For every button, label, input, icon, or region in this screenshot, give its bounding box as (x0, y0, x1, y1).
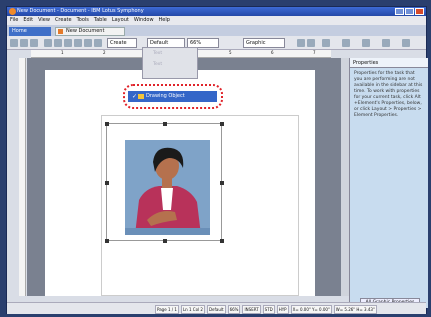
tab-document[interactable]: New Document (55, 27, 125, 36)
italic-icon[interactable] (307, 39, 315, 47)
resize-handle[interactable] (163, 122, 167, 126)
resize-handle[interactable] (220, 122, 224, 126)
status-xy: X= 0.00" Y= 0.00" (290, 305, 332, 314)
resize-handle[interactable] (163, 239, 167, 243)
maximize-button[interactable] (405, 8, 414, 15)
create-label: Create (110, 40, 127, 46)
color-icon[interactable] (342, 39, 350, 47)
font-value: Graphic (246, 40, 266, 46)
border-icon[interactable] (402, 39, 410, 47)
resize-handle[interactable] (220, 181, 224, 185)
ruler-mark: 5 (229, 50, 232, 55)
menu-edit[interactable]: Edit (23, 16, 33, 25)
app-icon (9, 8, 16, 15)
highlight-callout (123, 84, 223, 109)
indent-icon[interactable] (382, 39, 390, 47)
properties-message: Properties for the task that you are per… (354, 71, 423, 118)
window-controls (395, 8, 424, 15)
title-bar: New Document - Document - IBM Lotus Symp… (7, 7, 426, 16)
paste-icon[interactable] (64, 39, 72, 47)
minimize-button[interactable] (395, 8, 404, 15)
menu-window[interactable]: Window (134, 16, 154, 25)
zoom-value: 66% (190, 40, 202, 46)
vertical-scrollbar[interactable] (341, 58, 349, 296)
toolbar: Create Default 66% Graphic (7, 36, 426, 50)
status-hyphenation: HYP (276, 305, 289, 314)
status-size: W= 5.26" H= 3.43" (333, 305, 377, 314)
status-selection-mode[interactable]: STD (262, 305, 275, 314)
status-insert-mode[interactable]: INSERT (242, 305, 261, 314)
ruler-mark: 2 (103, 50, 106, 55)
ruler-mark: 6 (271, 50, 274, 55)
create-menu: Text Text (142, 47, 198, 79)
ruler-mark: 7 (313, 50, 316, 55)
menu-help[interactable]: Help (159, 16, 170, 25)
menu-view[interactable]: View (38, 16, 50, 25)
redo-icon[interactable] (84, 39, 92, 47)
copy-icon[interactable] (54, 39, 62, 47)
status-style: Default (206, 305, 226, 314)
font-select[interactable]: Graphic (243, 38, 285, 48)
new-icon[interactable] (10, 39, 18, 47)
create-dropdown[interactable]: Create (107, 38, 137, 48)
bullet-icon[interactable] (362, 39, 370, 47)
status-bar: Page 1 / 1 Ln 1 Col 2 Default 66% INSERT… (7, 302, 426, 314)
save-icon[interactable] (30, 39, 38, 47)
app-window: New Document - Document - IBM Lotus Symp… (6, 6, 428, 314)
resize-handle[interactable] (105, 239, 109, 243)
window-title: New Document - Document - IBM Lotus Symp… (17, 8, 144, 14)
menu-file[interactable]: File (10, 16, 18, 25)
status-page: Page 1 / 1 (155, 305, 179, 314)
menu-layout[interactable]: Layout (112, 16, 129, 25)
document-icon (58, 29, 63, 34)
vertical-ruler (19, 58, 26, 296)
bold-icon[interactable] (297, 39, 305, 47)
resize-handle[interactable] (105, 181, 109, 185)
tab-bar: Home New Document (7, 25, 426, 36)
resize-handle[interactable] (220, 239, 224, 243)
menu-table[interactable]: Table (94, 16, 107, 25)
undo-icon[interactable] (74, 39, 82, 47)
menu-bar: File Edit View Create Tools Table Layout… (7, 16, 426, 25)
align-icon[interactable] (322, 39, 330, 47)
status-position: Ln 1 Col 2 (180, 305, 205, 314)
ruler-mark: 1 (61, 50, 64, 55)
style-value: Default (150, 40, 169, 46)
resize-handle[interactable] (105, 122, 109, 126)
find-icon[interactable] (94, 39, 102, 47)
properties-title: Properties (350, 58, 428, 68)
open-icon[interactable] (20, 39, 28, 47)
status-zoom[interactable]: 66% (227, 305, 241, 314)
menu-item-disabled: Text (153, 51, 163, 56)
menu-create[interactable]: Create (55, 16, 72, 25)
close-button[interactable] (415, 8, 424, 15)
menu-item-disabled: Text (153, 62, 163, 67)
menu-tools[interactable]: Tools (77, 16, 89, 25)
print-icon[interactable] (44, 39, 52, 47)
properties-sidebar: Properties Properties for the task that … (349, 58, 428, 308)
tab-home[interactable]: Home (9, 27, 51, 36)
clipart-illustration (125, 140, 210, 235)
tab-document-label: New Document (66, 28, 105, 34)
clipart-woman-image[interactable] (125, 140, 210, 235)
